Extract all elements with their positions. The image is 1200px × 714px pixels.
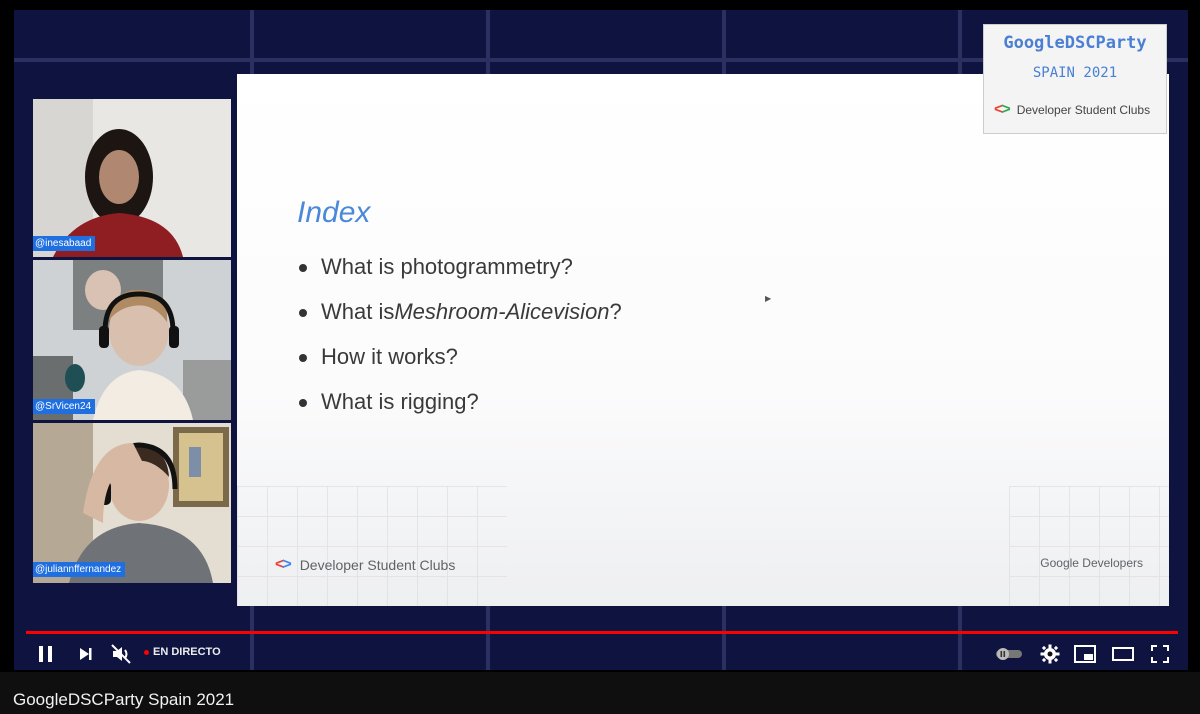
dsc-logo-icon: <> xyxy=(275,556,292,573)
volume-muted-icon xyxy=(111,644,131,664)
settings-button[interactable] xyxy=(1038,642,1062,666)
participant-handle: @inesabaad xyxy=(33,236,96,251)
theater-mode-icon xyxy=(1112,647,1134,661)
dsc-logo-icon: <> xyxy=(994,101,1011,118)
dsc-footer-logo: <> Developer Student Clubs xyxy=(275,556,455,574)
slide-bullet-list: What is photogrammetry? What is Meshroom… xyxy=(297,254,622,434)
bullet-item: How it works? xyxy=(297,344,622,389)
participant-cam: @SrVicen24 xyxy=(33,260,231,420)
live-indicator[interactable]: EN DIRECTO xyxy=(144,646,221,658)
bullet-dot-icon xyxy=(299,309,307,317)
miniplayer-icon xyxy=(1074,645,1096,663)
brand-dsc-logo: <> Developer Student Clubs xyxy=(994,101,1150,119)
participant-cam: @inesabaad xyxy=(33,99,231,257)
participant-video xyxy=(33,423,231,583)
bullet-item: What is rigging? xyxy=(297,389,622,434)
pause-icon xyxy=(39,646,52,662)
gear-icon xyxy=(1040,644,1060,664)
participant-video xyxy=(33,260,231,420)
theater-mode-button[interactable] xyxy=(1110,642,1136,666)
video-frame[interactable]: Index What is photogrammetry? What is Me… xyxy=(14,10,1188,670)
bullet-item: What is photogrammetry? xyxy=(297,254,622,299)
mute-button[interactable] xyxy=(108,642,134,666)
participant-handle: @SrVicen24 xyxy=(33,399,96,414)
progress-bar[interactable] xyxy=(26,631,1178,634)
google-developers-label: Google Developers xyxy=(1040,556,1143,570)
brand-org-label: Developer Student Clubs xyxy=(1016,103,1151,117)
event-brand-box: GoogleDSCParty SPAIN 2021 <> Developer S… xyxy=(983,24,1167,134)
participant-cam: @juliannffernandez xyxy=(33,423,231,583)
next-button[interactable] xyxy=(74,642,98,666)
miniplayer-button[interactable] xyxy=(1072,642,1098,666)
slide-grid-decoration xyxy=(237,486,507,606)
participant-handle: @juliannffernandez xyxy=(33,562,126,577)
fullscreen-button[interactable] xyxy=(1148,642,1172,666)
bullet-dot-icon xyxy=(299,264,307,272)
pause-button[interactable] xyxy=(34,642,58,666)
live-dot-icon xyxy=(144,649,149,655)
dsc-footer-label: Developer Student Clubs xyxy=(299,557,456,573)
video-title[interactable]: GoogleDSCParty Spain 2021 xyxy=(13,690,234,710)
video-player[interactable]: Index What is photogrammetry? What is Me… xyxy=(0,0,1200,672)
autoplay-toggle-icon xyxy=(996,648,1022,660)
slide-title: Index xyxy=(297,196,371,229)
bullet-item: What is Meshroom-Alicevision? xyxy=(297,299,622,344)
brand-title: GoogleDSCParty xyxy=(1003,33,1147,53)
slide-grid-decoration xyxy=(1009,486,1169,606)
mouse-cursor-icon: ▶ xyxy=(765,294,772,303)
participant-video xyxy=(33,99,231,257)
player-controls: EN DIRECTO xyxy=(0,636,1200,672)
presentation-slide: Index What is photogrammetry? What is Me… xyxy=(237,74,1169,606)
bullet-dot-icon xyxy=(299,354,307,362)
live-label: EN DIRECTO xyxy=(153,646,221,658)
bullet-dot-icon xyxy=(299,399,307,407)
brand-subtitle: SPAIN 2021 xyxy=(1032,65,1118,81)
fullscreen-icon xyxy=(1151,645,1169,663)
next-icon xyxy=(80,648,92,660)
autoplay-toggle[interactable] xyxy=(994,642,1024,666)
